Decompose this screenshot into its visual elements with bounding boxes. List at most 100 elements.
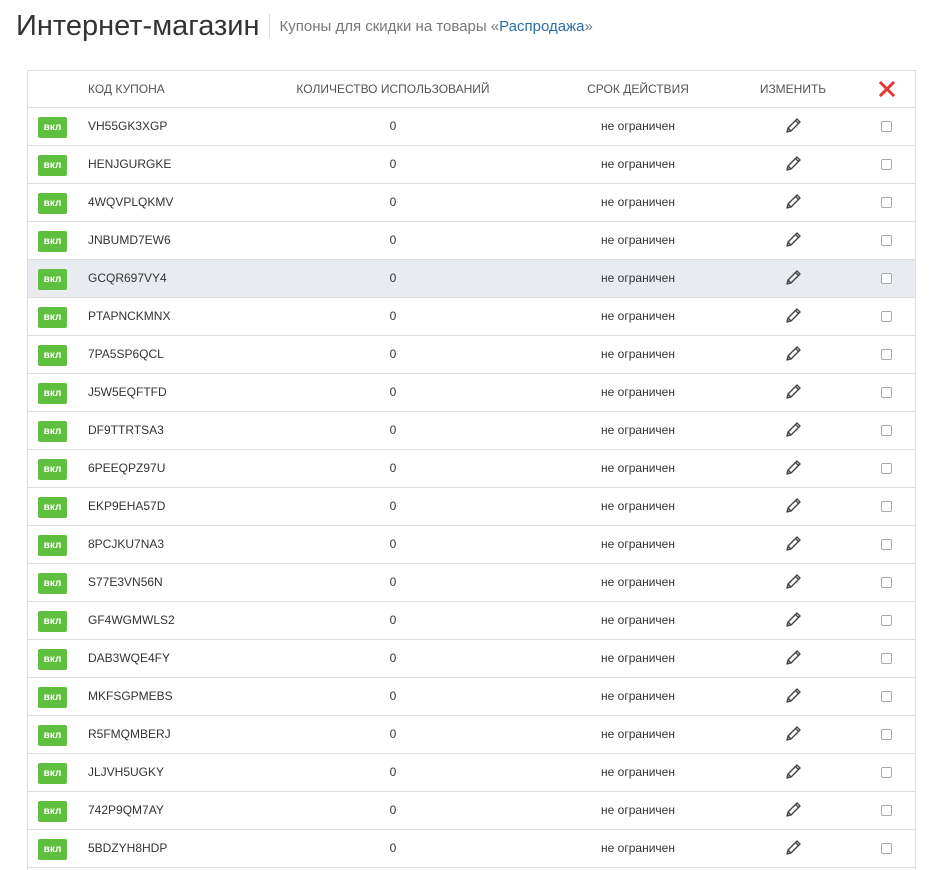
- pencil-icon[interactable]: [783, 382, 803, 402]
- table-row: вкл JLJVH5UGKY 0 не ограничен: [28, 754, 915, 792]
- pencil-icon[interactable]: [783, 458, 803, 478]
- row-select-checkbox[interactable]: [881, 425, 892, 436]
- usage-count: 0: [389, 727, 397, 741]
- edit-button[interactable]: [748, 146, 838, 183]
- edit-button[interactable]: [748, 792, 838, 829]
- pencil-icon[interactable]: [783, 496, 803, 516]
- pencil-icon[interactable]: [783, 192, 803, 212]
- pencil-icon[interactable]: [783, 686, 803, 706]
- header-divider: [268, 14, 270, 38]
- pencil-icon[interactable]: [783, 230, 803, 250]
- status-toggle[interactable]: вкл: [38, 459, 67, 480]
- status-toggle[interactable]: вкл: [38, 497, 67, 518]
- category-link[interactable]: Распродажа: [499, 18, 584, 35]
- status-toggle[interactable]: вкл: [38, 231, 67, 252]
- expiry-value: не ограничен: [601, 613, 675, 627]
- pencil-icon[interactable]: [783, 344, 803, 364]
- status-toggle[interactable]: вкл: [38, 421, 67, 442]
- row-select-checkbox[interactable]: [881, 577, 892, 588]
- status-toggle[interactable]: вкл: [38, 345, 67, 366]
- table-row: вкл DF9TTRTSA3 0 не ограничен: [28, 412, 915, 450]
- row-select-checkbox[interactable]: [881, 767, 892, 778]
- status-toggle[interactable]: вкл: [38, 383, 67, 404]
- status-toggle[interactable]: вкл: [38, 193, 67, 214]
- row-select-checkbox[interactable]: [881, 235, 892, 246]
- status-toggle[interactable]: вкл: [38, 155, 67, 176]
- edit-button[interactable]: [748, 450, 838, 487]
- edit-button[interactable]: [748, 678, 838, 715]
- row-select-checkbox[interactable]: [881, 501, 892, 512]
- coupon-code: J5W5EQFTFD: [88, 385, 167, 399]
- row-select-checkbox[interactable]: [881, 805, 892, 816]
- expiry-value: не ограничен: [601, 689, 675, 703]
- status-toggle[interactable]: вкл: [38, 725, 67, 746]
- edit-button[interactable]: [748, 298, 838, 335]
- row-select-checkbox[interactable]: [881, 159, 892, 170]
- pencil-icon[interactable]: [783, 420, 803, 440]
- expiry-value: не ограничен: [601, 233, 675, 247]
- subtitle-prefix: Купоны для скидки на товары «: [279, 17, 500, 35]
- pencil-icon[interactable]: [783, 306, 803, 326]
- edit-button[interactable]: [748, 830, 838, 867]
- row-select-checkbox[interactable]: [881, 653, 892, 664]
- status-toggle[interactable]: вкл: [38, 839, 67, 860]
- edit-button[interactable]: [748, 564, 838, 601]
- row-select-checkbox[interactable]: [881, 387, 892, 398]
- pencil-icon[interactable]: [783, 762, 803, 782]
- row-select-checkbox[interactable]: [881, 539, 892, 550]
- status-toggle[interactable]: вкл: [38, 649, 67, 670]
- row-select-checkbox[interactable]: [881, 691, 892, 702]
- pencil-icon[interactable]: [783, 838, 803, 858]
- row-select-checkbox[interactable]: [881, 311, 892, 322]
- status-toggle[interactable]: вкл: [38, 687, 67, 708]
- close-icon[interactable]: [878, 80, 896, 98]
- expiry-value: не ограничен: [601, 195, 675, 209]
- row-select-checkbox[interactable]: [881, 273, 892, 284]
- pencil-icon[interactable]: [783, 724, 803, 744]
- edit-button[interactable]: [748, 222, 838, 259]
- pencil-icon[interactable]: [783, 648, 803, 668]
- pencil-icon[interactable]: [783, 534, 803, 554]
- status-toggle[interactable]: вкл: [38, 307, 67, 328]
- pencil-icon[interactable]: [783, 572, 803, 592]
- status-toggle[interactable]: вкл: [38, 535, 67, 556]
- row-select-checkbox[interactable]: [881, 121, 892, 132]
- edit-button[interactable]: [748, 754, 838, 791]
- edit-button[interactable]: [748, 640, 838, 677]
- pencil-icon[interactable]: [783, 268, 803, 288]
- edit-button[interactable]: [748, 526, 838, 563]
- table-row: вкл S77E3VN56N 0 не ограничен: [28, 564, 915, 602]
- table-row: вкл 5BDZYH8HDP 0 не ограничен: [28, 830, 915, 868]
- expiry-value: не ограничен: [601, 841, 675, 855]
- pencil-icon[interactable]: [783, 116, 803, 136]
- edit-button[interactable]: [748, 488, 838, 525]
- status-toggle[interactable]: вкл: [38, 801, 67, 822]
- edit-button[interactable]: [748, 336, 838, 373]
- expiry-value: не ограничен: [601, 309, 675, 323]
- row-select-checkbox[interactable]: [881, 729, 892, 740]
- status-toggle[interactable]: вкл: [38, 763, 67, 784]
- row-select-checkbox[interactable]: [881, 463, 892, 474]
- status-toggle[interactable]: вкл: [38, 611, 67, 632]
- row-select-checkbox[interactable]: [881, 349, 892, 360]
- status-toggle[interactable]: вкл: [38, 573, 67, 594]
- edit-button[interactable]: [748, 260, 838, 297]
- pencil-icon[interactable]: [783, 610, 803, 630]
- edit-button[interactable]: [748, 108, 838, 145]
- edit-button[interactable]: [748, 374, 838, 411]
- pencil-icon[interactable]: [783, 154, 803, 174]
- row-select-checkbox[interactable]: [881, 843, 892, 854]
- edit-button[interactable]: [748, 716, 838, 753]
- usage-count: 0: [389, 765, 397, 779]
- row-select-checkbox[interactable]: [881, 197, 892, 208]
- row-select-checkbox[interactable]: [881, 615, 892, 626]
- usage-count: 0: [389, 119, 397, 133]
- edit-button[interactable]: [748, 412, 838, 449]
- status-toggle[interactable]: вкл: [38, 117, 67, 138]
- pencil-icon[interactable]: [783, 800, 803, 820]
- delete-selected-button[interactable]: [858, 71, 915, 107]
- status-toggle[interactable]: вкл: [38, 269, 67, 290]
- column-header-expiry: СРОК ДЕЙСТВИЯ: [587, 82, 689, 96]
- edit-button[interactable]: [748, 602, 838, 639]
- edit-button[interactable]: [748, 184, 838, 221]
